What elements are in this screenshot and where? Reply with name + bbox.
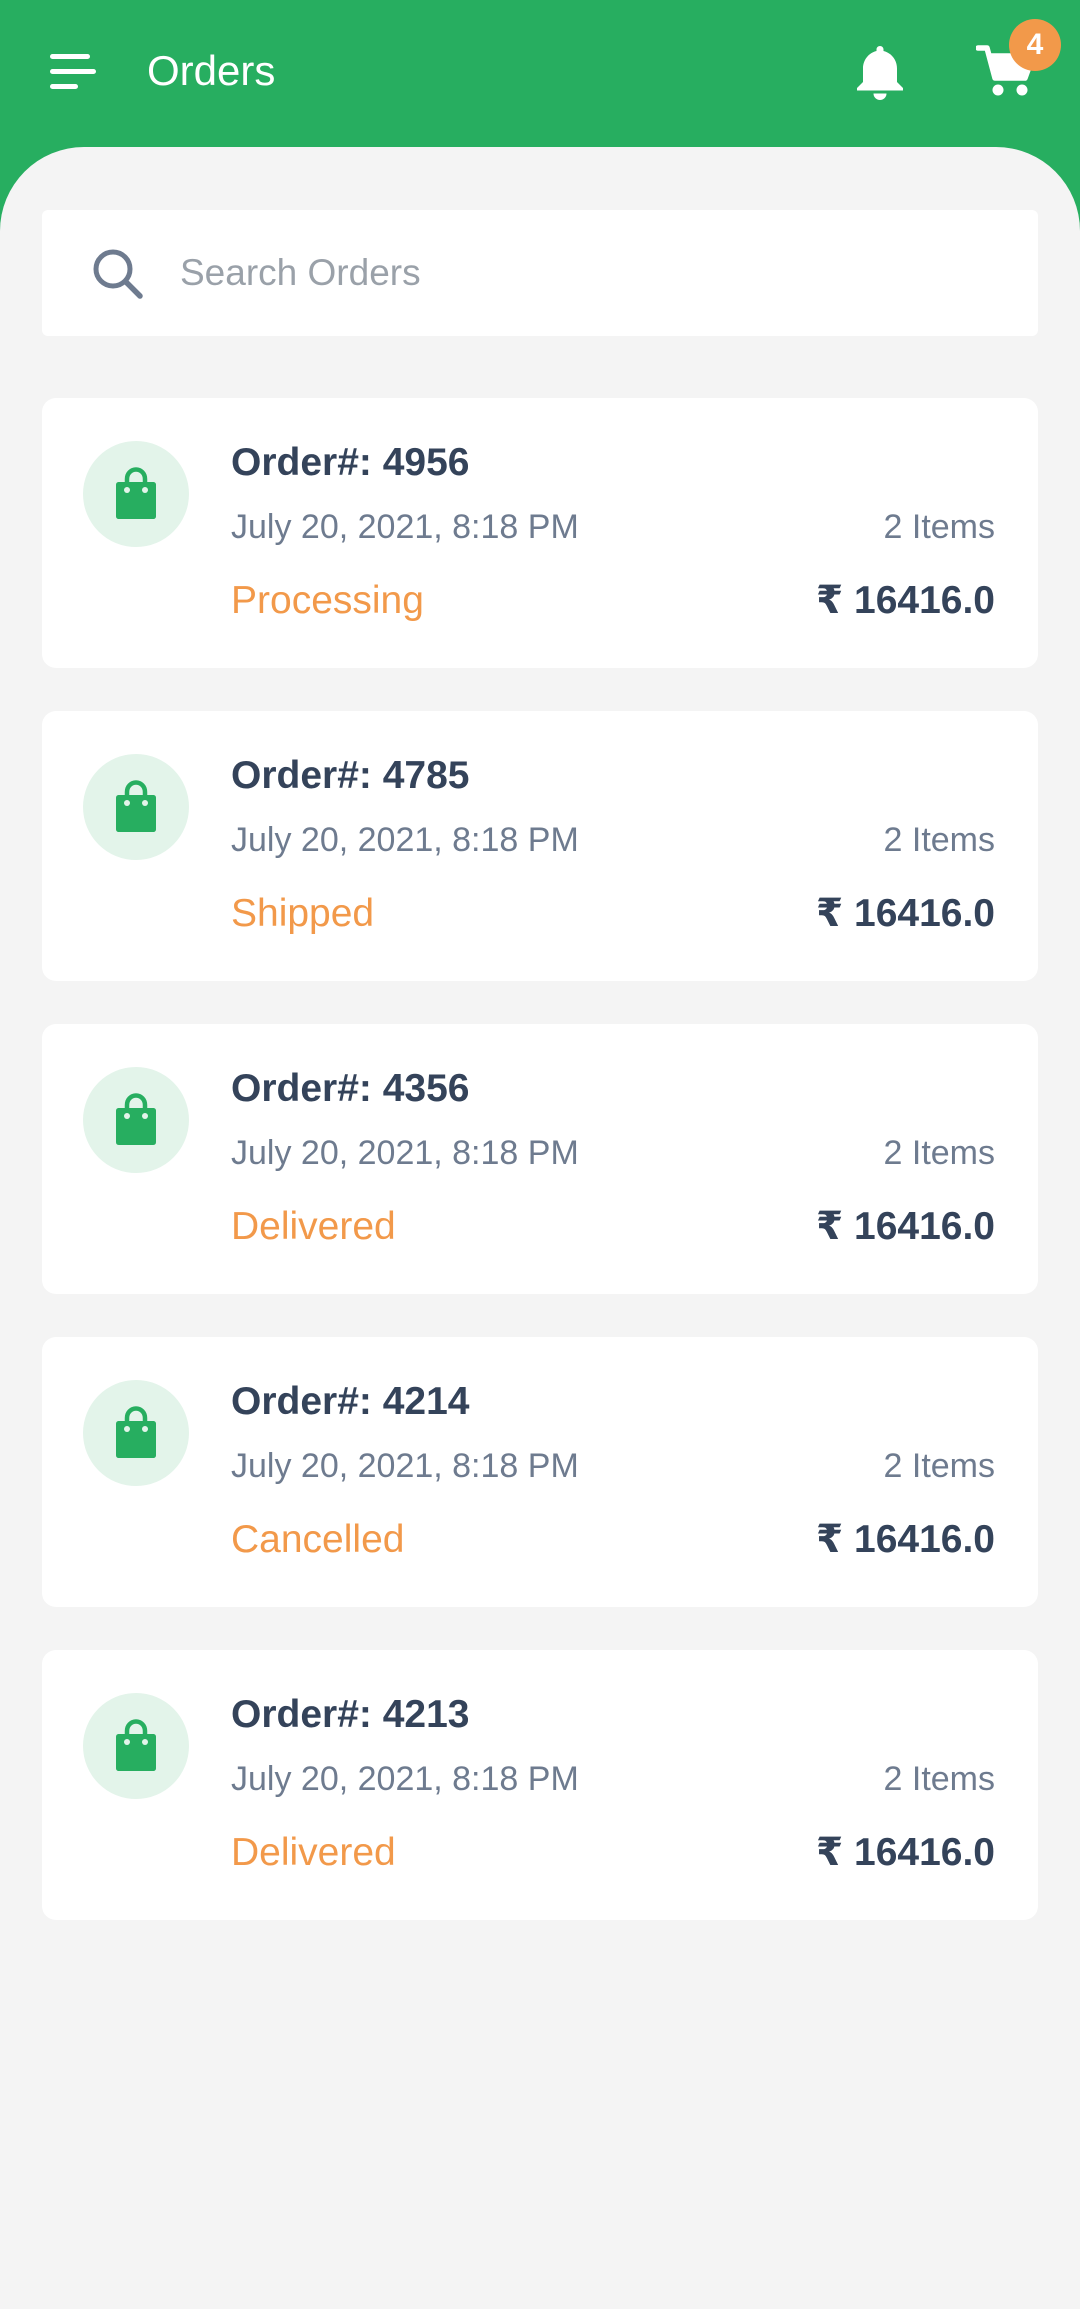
order-number: Order#: 4214 bbox=[231, 1380, 470, 1423]
order-total: ₹ 16416.0 bbox=[816, 1205, 995, 1248]
menu-icon[interactable] bbox=[46, 48, 96, 98]
order-card[interactable]: Order#: 4356 July 20, 2021, 8:18 PM 2 It… bbox=[42, 1024, 1038, 1294]
order-card[interactable]: Order#: 4785 July 20, 2021, 8:18 PM 2 It… bbox=[42, 711, 1038, 981]
order-card[interactable]: Order#: 4213 July 20, 2021, 8:18 PM 2 It… bbox=[42, 1650, 1038, 1920]
order-date: July 20, 2021, 8:18 PM bbox=[231, 1760, 579, 1798]
order-icon-badge bbox=[83, 754, 189, 860]
order-status: Processing bbox=[231, 579, 424, 622]
search-input[interactable] bbox=[180, 238, 1000, 308]
order-status: Delivered bbox=[231, 1205, 396, 1248]
order-total: ₹ 16416.0 bbox=[816, 1831, 995, 1874]
search-icon bbox=[93, 249, 143, 299]
order-number: Order#: 4356 bbox=[231, 1067, 470, 1110]
order-total: ₹ 16416.0 bbox=[816, 579, 995, 622]
order-item-count: 2 Items bbox=[883, 821, 995, 859]
order-status: Delivered bbox=[231, 1831, 396, 1874]
shopping-bag-icon bbox=[116, 780, 156, 832]
order-item-count: 2 Items bbox=[883, 1760, 995, 1798]
order-status: Shipped bbox=[231, 892, 375, 935]
bell-icon[interactable] bbox=[852, 42, 908, 102]
shopping-bag-icon bbox=[116, 467, 156, 519]
order-number: Order#: 4956 bbox=[231, 441, 470, 484]
order-item-count: 2 Items bbox=[883, 508, 995, 546]
order-item-count: 2 Items bbox=[883, 1447, 995, 1485]
app-header: Orders 4 bbox=[0, 0, 1080, 147]
order-date: July 20, 2021, 8:18 PM bbox=[231, 821, 579, 859]
orders-screen: Orders 4 Search Orders Order#: 4956 July… bbox=[0, 0, 1080, 2309]
order-card[interactable]: Order#: 4956 July 20, 2021, 8:18 PM 2 It… bbox=[42, 398, 1038, 668]
order-icon-badge bbox=[83, 1380, 189, 1486]
order-date: July 20, 2021, 8:18 PM bbox=[231, 1134, 579, 1172]
shopping-bag-icon bbox=[116, 1719, 156, 1771]
order-list: Order#: 4956 July 20, 2021, 8:18 PM 2 It… bbox=[42, 398, 1038, 1963]
page-title: Orders bbox=[147, 47, 276, 94]
search-bar[interactable] bbox=[42, 210, 1038, 336]
order-icon-badge bbox=[83, 441, 189, 547]
order-total: ₹ 16416.0 bbox=[816, 1518, 995, 1561]
order-icon-badge bbox=[83, 1067, 189, 1173]
order-date: July 20, 2021, 8:18 PM bbox=[231, 1447, 579, 1485]
order-status: Cancelled bbox=[231, 1518, 405, 1561]
cart-count-badge: 4 bbox=[1009, 19, 1061, 71]
shopping-bag-icon bbox=[116, 1406, 156, 1458]
order-total: ₹ 16416.0 bbox=[816, 892, 995, 935]
order-card[interactable]: Order#: 4214 July 20, 2021, 8:18 PM 2 It… bbox=[42, 1337, 1038, 1607]
order-number: Order#: 4213 bbox=[231, 1693, 470, 1736]
order-icon-badge bbox=[83, 1693, 189, 1799]
order-date: July 20, 2021, 8:18 PM bbox=[231, 508, 579, 546]
order-number: Order#: 4785 bbox=[231, 754, 470, 797]
shopping-bag-icon bbox=[116, 1093, 156, 1145]
order-item-count: 2 Items bbox=[883, 1134, 995, 1172]
